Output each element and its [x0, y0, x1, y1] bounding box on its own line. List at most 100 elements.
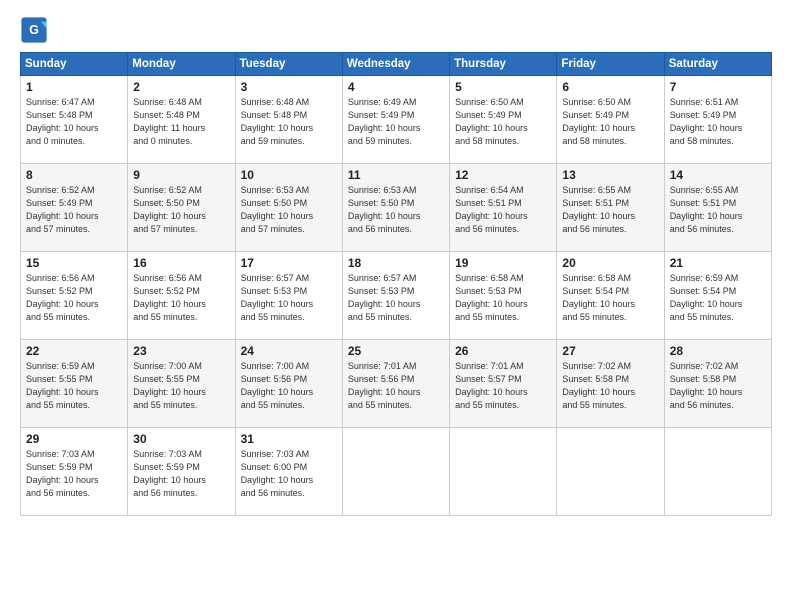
day-detail: Sunrise: 6:55 AMSunset: 5:51 PMDaylight:… — [670, 184, 766, 236]
calendar-cell: 14Sunrise: 6:55 AMSunset: 5:51 PMDayligh… — [664, 164, 771, 252]
calendar-cell — [664, 428, 771, 516]
header: G — [20, 16, 772, 44]
day-number: 20 — [562, 256, 658, 270]
day-detail: Sunrise: 6:56 AMSunset: 5:52 PMDaylight:… — [133, 272, 229, 324]
calendar-cell: 1 Sunrise: 6:47 AMSunset: 5:48 PMDaylight… — [21, 76, 128, 164]
day-detail: Sunrise: 6:55 AMSunset: 5:51 PMDaylight:… — [562, 184, 658, 236]
calendar-cell: 20 Sunrise: 6:58 AMSunset: 5:54 PMDayligh… — [557, 252, 664, 340]
day-number: 31 — [241, 432, 337, 446]
day-number: 18 — [348, 256, 444, 270]
calendar-cell — [342, 428, 449, 516]
day-number: 1 — [26, 80, 122, 94]
day-number: 27 — [562, 344, 658, 358]
calendar-cell: 9Sunrise: 6:52 AMSunset: 5:50 PMDaylight… — [128, 164, 235, 252]
day-number: 19 — [455, 256, 551, 270]
week-row-1: 8Sunrise: 6:52 AMSunset: 5:49 PMDaylight… — [21, 164, 772, 252]
day-number: 10 — [241, 168, 337, 182]
week-row-3: 22 Sunrise: 6:59 AMSunset: 5:55 PMDayligh… — [21, 340, 772, 428]
day-detail: Sunrise: 7:01 AMSunset: 5:56 PMDaylight:… — [348, 360, 444, 412]
calendar-cell — [450, 428, 557, 516]
day-number: 25 — [348, 344, 444, 358]
day-number: 22 — [26, 344, 122, 358]
day-detail: Sunrise: 7:03 AMSunset: 6:00 PMDaylight:… — [241, 448, 337, 500]
week-row-2: 15Sunrise: 6:56 AMSunset: 5:52 PMDayligh… — [21, 252, 772, 340]
calendar-cell: 25 Sunrise: 7:01 AMSunset: 5:56 PMDayligh… — [342, 340, 449, 428]
day-number: 23 — [133, 344, 229, 358]
calendar-cell: 6 Sunrise: 6:50 AMSunset: 5:49 PMDaylight… — [557, 76, 664, 164]
day-detail: Sunrise: 6:52 AMSunset: 5:50 PMDaylight:… — [133, 184, 229, 236]
calendar-cell: 24 Sunrise: 7:00 AMSunset: 5:56 PMDayligh… — [235, 340, 342, 428]
day-number: 26 — [455, 344, 551, 358]
calendar-cell: 11Sunrise: 6:53 AMSunset: 5:50 PMDayligh… — [342, 164, 449, 252]
calendar-table: SundayMondayTuesdayWednesdayThursdayFrid… — [20, 52, 772, 516]
week-row-4: 29 Sunrise: 7:03 AMSunset: 5:59 PMDayligh… — [21, 428, 772, 516]
col-header-thursday: Thursday — [450, 53, 557, 76]
day-number: 3 — [241, 80, 337, 94]
day-detail: Sunrise: 6:48 AMSunset: 5:48 PMDaylight:… — [133, 96, 229, 148]
day-detail: Sunrise: 6:59 AMSunset: 5:55 PMDaylight:… — [26, 360, 122, 412]
calendar-body: 1 Sunrise: 6:47 AMSunset: 5:48 PMDaylight… — [21, 76, 772, 516]
calendar-cell: 28 Sunrise: 7:02 AMSunset: 5:58 PMDayligh… — [664, 340, 771, 428]
day-detail: Sunrise: 7:02 AMSunset: 5:58 PMDaylight:… — [562, 360, 658, 412]
calendar-cell: 7Sunrise: 6:51 AMSunset: 5:49 PMDaylight… — [664, 76, 771, 164]
col-header-friday: Friday — [557, 53, 664, 76]
day-number: 6 — [562, 80, 658, 94]
calendar-cell: 10 Sunrise: 6:53 AMSunset: 5:50 PMDayligh… — [235, 164, 342, 252]
day-detail: Sunrise: 6:49 AMSunset: 5:49 PMDaylight:… — [348, 96, 444, 148]
calendar-cell: 30Sunrise: 7:03 AMSunset: 5:59 PMDayligh… — [128, 428, 235, 516]
day-detail: Sunrise: 6:50 AMSunset: 5:49 PMDaylight:… — [455, 96, 551, 148]
calendar-cell: 2 Sunrise: 6:48 AMSunset: 5:48 PMDaylight… — [128, 76, 235, 164]
calendar-cell: 29 Sunrise: 7:03 AMSunset: 5:59 PMDayligh… — [21, 428, 128, 516]
calendar-cell: 15Sunrise: 6:56 AMSunset: 5:52 PMDayligh… — [21, 252, 128, 340]
day-number: 30 — [133, 432, 229, 446]
day-detail: Sunrise: 6:59 AMSunset: 5:54 PMDaylight:… — [670, 272, 766, 324]
day-detail: Sunrise: 6:53 AMSunset: 5:50 PMDaylight:… — [348, 184, 444, 236]
day-number: 28 — [670, 344, 766, 358]
day-detail: Sunrise: 7:02 AMSunset: 5:58 PMDaylight:… — [670, 360, 766, 412]
col-header-tuesday: Tuesday — [235, 53, 342, 76]
day-detail: Sunrise: 7:00 AMSunset: 5:56 PMDaylight:… — [241, 360, 337, 412]
day-detail: Sunrise: 6:48 AMSunset: 5:48 PMDaylight:… — [241, 96, 337, 148]
calendar-cell: 23 Sunrise: 7:00 AMSunset: 5:55 PMDayligh… — [128, 340, 235, 428]
day-detail: Sunrise: 6:57 AMSunset: 5:53 PMDaylight:… — [348, 272, 444, 324]
day-number: 2 — [133, 80, 229, 94]
calendar-cell — [557, 428, 664, 516]
day-number: 13 — [562, 168, 658, 182]
day-number: 4 — [348, 80, 444, 94]
page: G SundayMondayTuesdayWednesdayThursdayFr… — [0, 0, 792, 612]
calendar-cell: 21 Sunrise: 6:59 AMSunset: 5:54 PMDayligh… — [664, 252, 771, 340]
svg-text:G: G — [29, 23, 39, 37]
calendar-cell: 22 Sunrise: 6:59 AMSunset: 5:55 PMDayligh… — [21, 340, 128, 428]
day-detail: Sunrise: 6:50 AMSunset: 5:49 PMDaylight:… — [562, 96, 658, 148]
calendar-cell: 27 Sunrise: 7:02 AMSunset: 5:58 PMDayligh… — [557, 340, 664, 428]
day-detail: Sunrise: 6:47 AMSunset: 5:48 PMDaylight:… — [26, 96, 122, 148]
day-detail: Sunrise: 6:51 AMSunset: 5:49 PMDaylight:… — [670, 96, 766, 148]
calendar-header: SundayMondayTuesdayWednesdayThursdayFrid… — [21, 53, 772, 76]
col-header-sunday: Sunday — [21, 53, 128, 76]
day-number: 16 — [133, 256, 229, 270]
calendar-cell: 17Sunrise: 6:57 AMSunset: 5:53 PMDayligh… — [235, 252, 342, 340]
day-number: 21 — [670, 256, 766, 270]
calendar-cell: 13 Sunrise: 6:55 AMSunset: 5:51 PMDayligh… — [557, 164, 664, 252]
day-number: 8 — [26, 168, 122, 182]
week-row-0: 1 Sunrise: 6:47 AMSunset: 5:48 PMDaylight… — [21, 76, 772, 164]
day-detail: Sunrise: 6:56 AMSunset: 5:52 PMDaylight:… — [26, 272, 122, 324]
day-detail: Sunrise: 7:00 AMSunset: 5:55 PMDaylight:… — [133, 360, 229, 412]
day-number: 17 — [241, 256, 337, 270]
calendar-cell: 26Sunrise: 7:01 AMSunset: 5:57 PMDayligh… — [450, 340, 557, 428]
calendar-cell: 3 Sunrise: 6:48 AMSunset: 5:48 PMDaylight… — [235, 76, 342, 164]
day-number: 24 — [241, 344, 337, 358]
calendar-cell: 12 Sunrise: 6:54 AMSunset: 5:51 PMDayligh… — [450, 164, 557, 252]
col-header-monday: Monday — [128, 53, 235, 76]
calendar-cell: 19 Sunrise: 6:58 AMSunset: 5:53 PMDayligh… — [450, 252, 557, 340]
calendar-cell: 16 Sunrise: 6:56 AMSunset: 5:52 PMDayligh… — [128, 252, 235, 340]
day-detail: Sunrise: 7:03 AMSunset: 5:59 PMDaylight:… — [26, 448, 122, 500]
day-detail: Sunrise: 6:58 AMSunset: 5:54 PMDaylight:… — [562, 272, 658, 324]
day-detail: Sunrise: 6:53 AMSunset: 5:50 PMDaylight:… — [241, 184, 337, 236]
calendar-cell: 4 Sunrise: 6:49 AMSunset: 5:49 PMDaylight… — [342, 76, 449, 164]
day-number: 29 — [26, 432, 122, 446]
day-number: 12 — [455, 168, 551, 182]
col-header-wednesday: Wednesday — [342, 53, 449, 76]
day-detail: Sunrise: 6:54 AMSunset: 5:51 PMDaylight:… — [455, 184, 551, 236]
day-detail: Sunrise: 6:58 AMSunset: 5:53 PMDaylight:… — [455, 272, 551, 324]
